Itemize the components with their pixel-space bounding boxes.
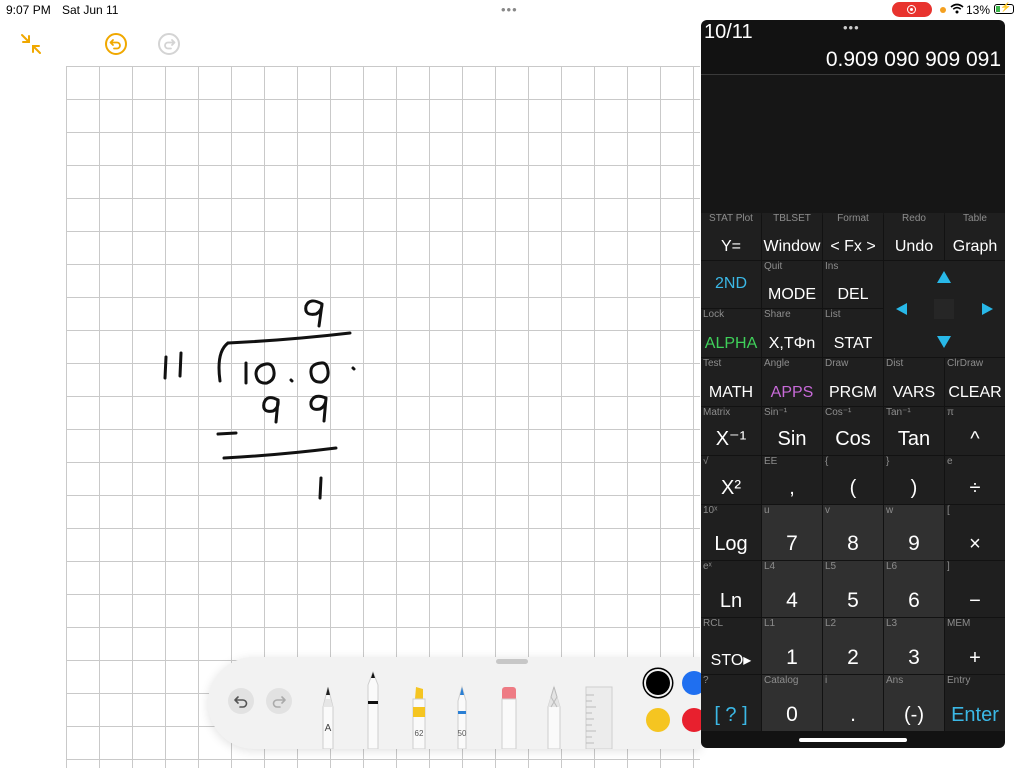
calc-history-area[interactable]	[701, 75, 1005, 215]
key-store[interactable]: RCL STO▸	[701, 618, 761, 674]
redo-icon[interactable]	[157, 32, 181, 56]
status-time: 9:07 PM	[6, 3, 51, 17]
key-subtract[interactable]: ] −	[945, 561, 1005, 617]
color-swatch-black[interactable]	[646, 671, 670, 695]
arrow-right-icon[interactable]	[982, 303, 993, 315]
key-del[interactable]: Ins DEL	[823, 261, 883, 308]
key-add[interactable]: MEM +	[945, 618, 1005, 674]
key-6[interactable]: L6 6	[884, 561, 944, 617]
color-swatch-yellow[interactable]	[646, 708, 670, 732]
pen-tool-label: A	[324, 723, 332, 734]
battery-charging-icon	[994, 2, 1014, 14]
eraser-tool-icon[interactable]	[500, 685, 518, 750]
key-apps[interactable]: Angle APPS	[762, 358, 822, 406]
status-bar: 9:07 PM Sat Jun 11 ••• 13%	[0, 0, 1024, 20]
key-stat[interactable]: List STAT	[823, 309, 883, 357]
battery-percent: 13%	[966, 3, 991, 17]
key-mode[interactable]: Quit MODE	[762, 261, 822, 308]
palette-grab-handle[interactable]	[496, 659, 528, 664]
key-prgm[interactable]: Draw PRGM	[823, 358, 883, 406]
key-sin[interactable]: Sin⁻¹ Sin	[762, 407, 822, 455]
key-alpha[interactable]: Lock ALPHA	[701, 309, 761, 357]
key-vars[interactable]: Dist VARS	[884, 358, 944, 406]
arrow-left-icon[interactable]	[896, 303, 907, 315]
key-8[interactable]: v 8	[823, 505, 883, 560]
key-inverse[interactable]: Matrix X⁻¹	[701, 407, 761, 455]
marker-tool-icon[interactable]	[364, 670, 382, 750]
arrow-up-icon[interactable]	[937, 271, 951, 283]
key-y-equals[interactable]: STAT Plot Y=	[701, 213, 761, 260]
key-power[interactable]: π ^	[945, 407, 1005, 455]
key-open-paren[interactable]: { (	[823, 456, 883, 504]
key-undo[interactable]: Redo Undo	[884, 213, 944, 260]
key-2[interactable]: L2 2	[823, 618, 883, 674]
key-7[interactable]: u 7	[762, 505, 822, 560]
key-1[interactable]: L1 1	[762, 618, 822, 674]
palette-redo-icon[interactable]	[266, 688, 292, 714]
key-log[interactable]: 10ˣ Log	[701, 505, 761, 560]
key-divide[interactable]: e ÷	[945, 456, 1005, 504]
key-comma[interactable]: EE ,	[762, 456, 822, 504]
highlighter-tool-label: 62	[414, 729, 424, 738]
palette-undo-icon[interactable]	[228, 688, 254, 714]
status-date: Sat Jun 11	[62, 3, 119, 17]
pen-tool-icon[interactable]: A	[320, 685, 336, 750]
key-5[interactable]: L5 5	[823, 561, 883, 617]
fine-pen-tool-label: 50	[457, 729, 467, 738]
key-fx[interactable]: Format < Fx >	[823, 213, 883, 260]
key-multiply[interactable]: [ ×	[945, 505, 1005, 560]
calc-expression: 10/11	[704, 21, 753, 43]
key-math[interactable]: Test MATH	[701, 358, 761, 406]
key-4[interactable]: L4 4	[762, 561, 822, 617]
key-3[interactable]: L3 3	[884, 618, 944, 674]
key-negate[interactable]: Ans (-)	[884, 675, 944, 731]
graphing-calculator-app: 10/11 ••• 0.909 090 909 091 STAT Plot Y=…	[701, 20, 1005, 748]
key-decimal[interactable]: i .	[823, 675, 883, 731]
calc-result: 0.909 090 909 091	[825, 48, 1001, 71]
key-help[interactable]: ? [ ? ]	[701, 675, 761, 731]
key-window[interactable]: TBLSET Window	[762, 213, 822, 260]
key-xt-theta-n[interactable]: Share X,TΦn	[762, 309, 822, 357]
key-ln[interactable]: eˣ Ln	[701, 561, 761, 617]
arrow-dpad	[884, 261, 1005, 357]
key-0[interactable]: Catalog 0	[762, 675, 822, 731]
collapse-icon[interactable]	[19, 32, 43, 56]
key-graph[interactable]: Table Graph	[945, 213, 1005, 260]
key-2nd[interactable]: 2ND	[701, 261, 761, 308]
calc-more-icon[interactable]: •••	[843, 20, 860, 35]
key-close-paren[interactable]: } )	[884, 456, 944, 504]
key-cos[interactable]: Cos⁻¹ Cos	[823, 407, 883, 455]
highlighter-tool-icon[interactable]: 62	[410, 685, 428, 750]
screen-recording-icon[interactable]	[892, 2, 932, 17]
microphone-indicator-icon	[940, 7, 946, 13]
key-tan[interactable]: Tan⁻¹ Tan	[884, 407, 944, 455]
wifi-icon	[950, 3, 964, 17]
key-enter[interactable]: Entry Enter	[945, 675, 1005, 731]
key-clear[interactable]: ClrDraw CLEAR	[945, 358, 1005, 406]
arrow-down-icon[interactable]	[937, 336, 951, 348]
multitasking-icon[interactable]: •••	[501, 2, 518, 17]
dpad-center	[934, 299, 954, 319]
key-square[interactable]: √ X²	[701, 456, 761, 504]
undo-icon[interactable]	[104, 32, 128, 56]
pencil-tool-icon[interactable]	[544, 685, 564, 750]
ruler-tool-icon[interactable]	[584, 685, 614, 750]
markup-tool-palette: A 62 50	[208, 657, 706, 750]
home-indicator[interactable]	[799, 738, 907, 742]
key-9[interactable]: w 9	[884, 505, 944, 560]
fine-pen-tool-icon[interactable]: 50	[454, 685, 470, 750]
